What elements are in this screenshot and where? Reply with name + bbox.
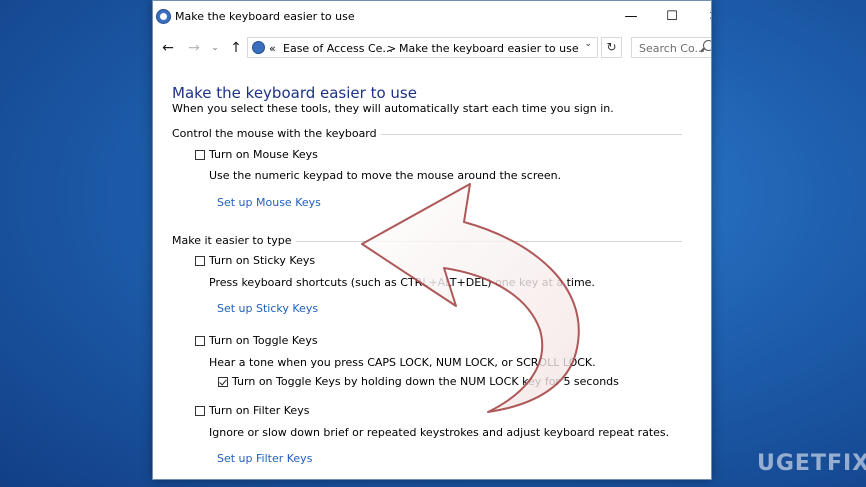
navigation-bar: ← → ⌄ ↑ « Ease of Access Ce... > Make th… — [153, 33, 711, 63]
page-subtitle: When you select these tools, they will a… — [172, 102, 614, 115]
recent-locations-chevron-icon[interactable]: ⌄ — [205, 38, 225, 58]
page-title: Make the keyboard easier to use — [172, 84, 417, 102]
up-arrow-icon[interactable]: ↑ — [226, 38, 246, 58]
close-button[interactable]: ✕ — [691, 1, 711, 33]
ease-of-access-icon — [156, 9, 171, 24]
type-section-title: Make it easier to type — [172, 234, 296, 247]
maximize-button[interactable]: ☐ — [649, 1, 695, 33]
sticky-keys-label[interactable]: Turn on Sticky Keys — [209, 254, 315, 267]
search-input[interactable]: Search Co... — [631, 37, 711, 58]
search-placeholder: Search Co... — [639, 42, 705, 55]
breadcrumb-overflow[interactable]: « — [269, 42, 276, 55]
ugetfix-watermark: UGETFIX — [757, 451, 866, 476]
toggle-keys-numlock-label[interactable]: Turn on Toggle Keys by holding down the … — [232, 375, 619, 388]
filter-keys-label[interactable]: Turn on Filter Keys — [209, 404, 309, 417]
search-icon[interactable] — [703, 40, 711, 51]
address-bar[interactable]: « Ease of Access Ce... > Make the keyboa… — [247, 37, 598, 58]
breadcrumb-separator[interactable]: > — [387, 42, 396, 55]
setup-mouse-keys-link[interactable]: Set up Mouse Keys — [217, 196, 321, 209]
filter-keys-description: Ignore or slow down brief or repeated ke… — [209, 426, 670, 439]
setup-sticky-keys-link[interactable]: Set up Sticky Keys — [217, 302, 318, 315]
control-panel-window: Make the keyboard easier to use — ☐ ✕ ← … — [152, 0, 712, 480]
mouse-keys-checkbox[interactable] — [195, 150, 205, 160]
toggle-keys-checkbox[interactable] — [195, 336, 205, 346]
toggle-keys-numlock-checkbox[interactable] — [218, 377, 228, 387]
filter-keys-checkbox[interactable] — [195, 406, 205, 416]
mouse-keys-label[interactable]: Turn on Mouse Keys — [209, 148, 318, 161]
type-section-header: Make it easier to type — [172, 234, 682, 248]
setup-filter-keys-link[interactable]: Set up Filter Keys — [217, 452, 312, 465]
back-arrow-icon[interactable]: ← — [158, 38, 178, 58]
breadcrumb-ease-of-access[interactable]: Ease of Access Ce... — [283, 42, 393, 55]
address-dropdown-icon[interactable]: ⌄ — [584, 39, 592, 49]
control-panel-icon — [252, 41, 265, 54]
sticky-keys-checkbox[interactable] — [195, 256, 205, 266]
mouse-section-title: Control the mouse with the keyboard — [172, 127, 381, 140]
toggle-keys-description: Hear a tone when you press CAPS LOCK, NU… — [209, 356, 596, 369]
sticky-keys-description: Press keyboard shortcuts (such as CTRL+A… — [209, 276, 595, 289]
mouse-keys-description: Use the numeric keypad to move the mouse… — [209, 169, 562, 182]
refresh-icon[interactable]: ↻ — [601, 37, 622, 58]
main-content: Make the keyboard easier to use When you… — [153, 63, 711, 479]
breadcrumb-current[interactable]: Make the keyboard easier to use — [399, 42, 579, 55]
mouse-section-header: Control the mouse with the keyboard — [172, 127, 682, 141]
minimize-button[interactable]: — — [608, 1, 654, 33]
window-title: Make the keyboard easier to use — [175, 10, 355, 23]
title-bar: Make the keyboard easier to use — ☐ ✕ — [153, 1, 711, 33]
forward-arrow-icon[interactable]: → — [184, 38, 204, 58]
toggle-keys-label[interactable]: Turn on Toggle Keys — [209, 334, 318, 347]
